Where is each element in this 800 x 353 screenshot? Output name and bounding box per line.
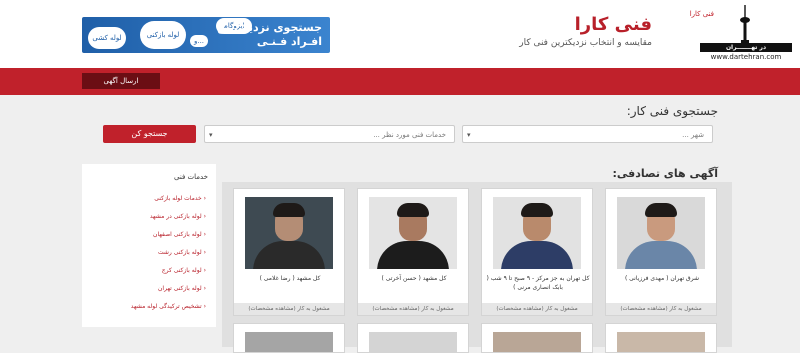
ad-card[interactable] <box>357 323 469 353</box>
search-button[interactable]: جستجو کن <box>103 125 196 143</box>
nav-item-drain-services[interactable]: خدمات لوله بازکنی <box>623 0 678 27</box>
send-ad-button[interactable]: ارسال آگهی <box>82 73 160 89</box>
ad-card[interactable]: کل تهران به جز مرکز - ۹ صبح تا ۹ شب ( با… <box>481 188 593 316</box>
technician-photo[interactable] <box>617 197 705 269</box>
sidebar-item-label[interactable]: لوله بازکنی اصفهان <box>153 231 202 238</box>
logo-label: در تهـــــــران <box>700 43 792 52</box>
technician-photo[interactable] <box>369 197 457 269</box>
city-select[interactable]: شهر ... ▾ <box>462 125 713 143</box>
banner-cloud: و... <box>190 35 208 47</box>
technician-photo[interactable] <box>245 332 333 352</box>
nav-item-about[interactable]: درباره ما <box>402 0 428 27</box>
sidebar-item-label[interactable]: لوله بازکنی تهران <box>158 285 202 292</box>
city-select-label: شهر ... <box>682 131 704 139</box>
services-sidebar: خدمات فنی ‹ خدمات لوله بازکنی ‹ لوله باز… <box>82 164 216 327</box>
sidebar-item[interactable]: ‹ لوله بازکنی اصفهان <box>153 231 206 238</box>
ad-card[interactable] <box>605 323 717 353</box>
chevron-down-icon: ▾ <box>467 131 471 139</box>
chevron-down-icon: ▾ <box>209 131 213 139</box>
nav-item-contact[interactable]: تماس با ما <box>361 0 392 27</box>
service-select[interactable]: خدمات فنی مورد نظر ... ▾ <box>204 125 455 143</box>
ad-card-status[interactable]: مشغول به کار (مشاهده مشخصات) <box>358 303 468 315</box>
banner-line2: افـراد فـنـی <box>256 35 322 48</box>
sidebar-item[interactable]: ‹ لوله بازکنی کرج <box>162 267 206 274</box>
sidebar-item[interactable]: ‹ لوله بازکنی تهران <box>158 285 206 292</box>
nav-item-home[interactable]: فنی کارا <box>685 5 718 23</box>
ad-card[interactable]: کل مشهد ( رضا غلامی ) مشغول به کار (مشاه… <box>233 188 345 316</box>
sidebar-item-label[interactable]: لوله بازکنی کرج <box>162 267 202 274</box>
service-select-label: خدمات فنی مورد نظر ... <box>373 131 446 139</box>
nav-item-magazine[interactable]: مجله <box>444 0 458 27</box>
technician-photo[interactable] <box>617 332 705 352</box>
search-title: جستجوی فنی کار: <box>626 104 718 118</box>
ad-card-status[interactable]: مشغول به کار (مشاهده مشخصات) <box>606 303 716 315</box>
nav-item-ac-service[interactable]: سرویس کولر گازی <box>461 0 517 27</box>
milad-tower-icon <box>740 5 750 43</box>
technician-photo[interactable] <box>245 197 333 269</box>
ad-card-status[interactable]: مشغول به کار (مشاهده مشخصات) <box>234 303 344 315</box>
ad-card-name[interactable]: کل مشهد ( رضا غلامی ) <box>238 274 342 283</box>
technician-photo[interactable] <box>493 197 581 269</box>
banner-text: جستجوی نزدیکترین افـراد فـنـی <box>217 21 322 49</box>
ad-card[interactable]: شرق تهران ( مهدی فرزیانی ) مشغول به کار … <box>605 188 717 316</box>
sidebar-item[interactable]: ‹ لوله بازکنی در مشهد <box>150 213 206 220</box>
technician-photo[interactable] <box>369 332 457 352</box>
sidebar-item-label[interactable]: خدمات لوله بازکنی <box>154 195 201 202</box>
ad-card-name[interactable]: کل مشهد ( حسن آخرتی ) <box>362 274 466 283</box>
ad-card[interactable] <box>481 323 593 353</box>
sidebar-item[interactable]: ‹ خدمات لوله بازکنی <box>154 195 206 202</box>
banner-line1: جستجوی نزدیکترین <box>217 21 322 34</box>
sidebar-item-label[interactable]: تشخیص ترکیدگی لوله مشهد <box>131 303 202 310</box>
sidebar-item[interactable]: ‹ لوله بازکنی رشت <box>158 249 206 256</box>
ad-card[interactable] <box>233 323 345 353</box>
banner-cloud: لوله بازکنی <box>140 21 186 49</box>
sidebar-title: خدمات فنی <box>174 173 208 181</box>
header: لوله بازکنی لوله کشی ایزوگام و... جستجوی… <box>0 0 800 68</box>
logo-url: www.dartehran.com <box>710 53 782 61</box>
nav-item-package-service[interactable]: نصب و سرویس و تعمیر پکیج <box>530 0 615 27</box>
technician-photo[interactable] <box>493 332 581 352</box>
ad-card[interactable]: کل مشهد ( حسن آخرتی ) مشغول به کار (مشاه… <box>357 188 469 316</box>
search-banner[interactable]: لوله بازکنی لوله کشی ایزوگام و... جستجوی… <box>82 17 330 53</box>
sidebar-item-label[interactable]: لوله بازکنی رشت <box>158 249 202 256</box>
ad-card-name[interactable]: کل تهران به جز مرکز - ۹ صبح تا ۹ شب ( با… <box>486 274 590 292</box>
brand-subtitle: مقایسه و انتخاب نزدیکترین فنی کار <box>519 38 652 48</box>
sidebar-item[interactable]: ‹ تشخیص ترکیدگی لوله مشهد <box>131 303 206 310</box>
banner-cloud: لوله کشی <box>88 27 126 49</box>
sidebar-item-label[interactable]: لوله بازکنی در مشهد <box>150 213 202 220</box>
ad-card-status[interactable]: مشغول به کار (مشاهده مشخصات) <box>482 303 592 315</box>
random-ads-title: آگهی های تصادفی: <box>612 167 718 180</box>
ad-card-name[interactable]: شرق تهران ( مهدی فرزیانی ) <box>610 274 714 283</box>
